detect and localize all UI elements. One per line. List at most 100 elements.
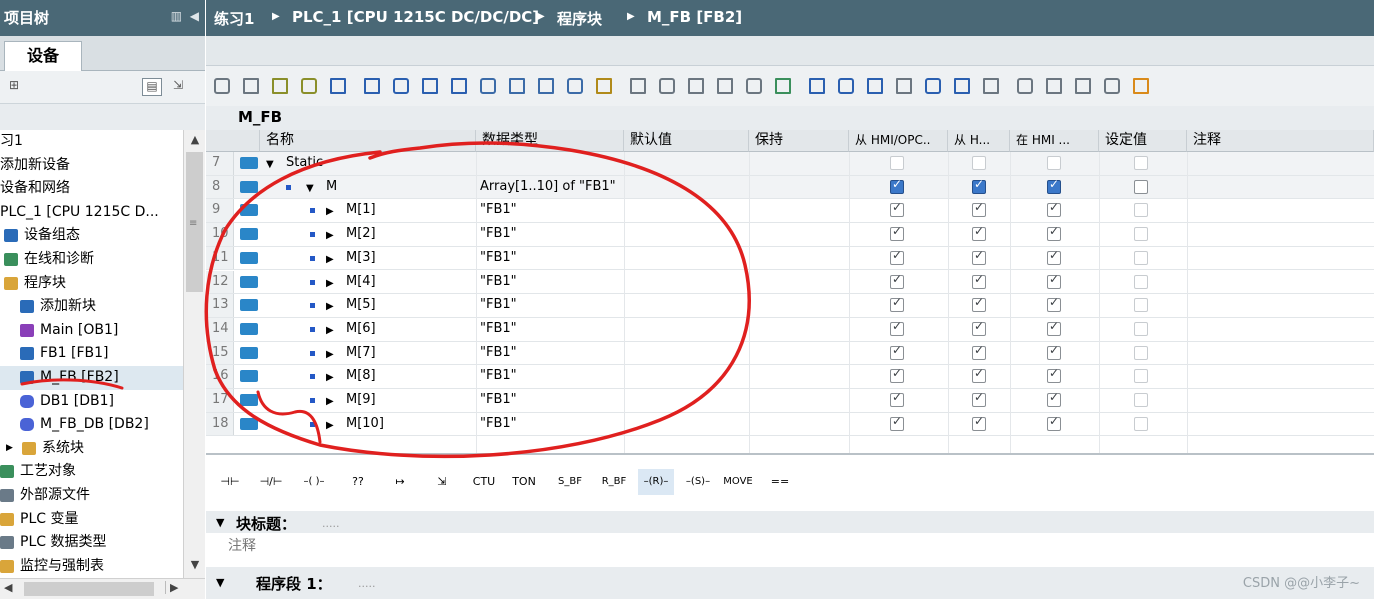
toolbar-button-icon[interactable] — [330, 78, 346, 94]
col-header-hmi-visible[interactable]: 在 HMI ... — [1010, 130, 1099, 152]
block-comment-area[interactable]: 注释 — [206, 533, 1374, 567]
table-row[interactable]: 18 ▶ M[10] "FB1" — [206, 412, 1374, 437]
collapse-icon[interactable]: ▼ — [216, 516, 224, 529]
tree-item[interactable]: PLC 变量 — [0, 508, 183, 532]
scroll-up-icon[interactable]: ▲ — [187, 133, 203, 149]
hmi-accessible-checkbox[interactable] — [890, 200, 904, 218]
toolbar-button-icon[interactable] — [717, 78, 733, 94]
overview-icon[interactable]: ▤ — [142, 78, 162, 96]
hmi-visible-checkbox[interactable] — [1047, 200, 1061, 218]
network-title-input[interactable]: ..... — [358, 577, 375, 590]
tree-item[interactable]: 监控与强制表 — [0, 555, 183, 578]
table-row[interactable]: 9 ▶ M[1] "FB1" — [206, 199, 1374, 224]
toolbar-button-icon[interactable] — [838, 78, 854, 94]
toolbar-button-icon[interactable] — [983, 78, 999, 94]
cell-datatype[interactable]: "FB1" — [480, 413, 517, 436]
col-header-comment[interactable]: 注释 — [1187, 130, 1374, 152]
cell-datatype[interactable]: "FB1" — [480, 247, 517, 270]
setpoint-checkbox[interactable] — [1134, 369, 1148, 384]
table-row[interactable]: 13 ▶ M[5] "FB1" — [206, 294, 1374, 318]
table-row[interactable]: 8 ▼ M Array[1..10] of "FB1" — [206, 175, 1374, 200]
toolbar-button-icon[interactable] — [659, 78, 675, 94]
hmi-visible-checkbox[interactable] — [1047, 272, 1061, 289]
instruction-button[interactable]: –( )– — [294, 469, 334, 495]
toolbar-button-icon[interactable] — [1046, 78, 1062, 94]
scroll-right-icon[interactable]: ▶ — [165, 581, 178, 594]
toolbar-button-icon[interactable] — [1075, 78, 1091, 94]
hmi-writable-checkbox[interactable] — [972, 295, 986, 313]
instruction-button[interactable]: R_BF — [596, 469, 632, 495]
collapse-icon[interactable]: ▼ — [266, 154, 274, 177]
toolbar-button-icon[interactable] — [393, 78, 409, 94]
toolbar-button-icon[interactable] — [596, 78, 612, 94]
hmi-accessible-checkbox[interactable] — [890, 224, 904, 242]
toolbar-button-icon[interactable] — [896, 78, 912, 94]
col-header-default[interactable]: 默认值 — [624, 130, 749, 152]
cell-name[interactable]: M[9] — [346, 389, 376, 412]
toolbar-button-icon[interactable] — [925, 78, 941, 94]
tree-item[interactable]: M_FB_DB [DB2] — [0, 413, 183, 437]
breadcrumb-item[interactable]: M_FB [FB2] — [647, 8, 742, 26]
instruction-button[interactable]: ⇲ — [426, 469, 458, 495]
toolbar-button-icon[interactable] — [746, 78, 762, 94]
hmi-writable-checkbox[interactable] — [972, 156, 986, 170]
instruction-button[interactable]: ⊣⊢ — [214, 469, 246, 495]
cell-datatype[interactable]: "FB1" — [480, 223, 517, 246]
setpoint-checkbox[interactable] — [1134, 393, 1148, 407]
setpoint-checkbox[interactable] — [1134, 179, 1148, 194]
network-collapse-icon[interactable]: ▼ — [216, 576, 224, 589]
tree-item[interactable]: FB1 [FB1] — [0, 342, 183, 366]
expand-icon[interactable]: ▶ — [326, 249, 334, 272]
col-header-hmi-write[interactable]: 从 H... — [948, 130, 1010, 152]
toolbar-button-icon[interactable] — [509, 78, 525, 94]
tree-item[interactable]: 在线和诊断 — [0, 248, 183, 272]
cell-datatype[interactable]: "FB1" — [480, 199, 517, 222]
tree-vertical-scrollbar[interactable]: ▲ ≡ ▼ — [183, 130, 205, 578]
hmi-visible-checkbox[interactable] — [1047, 390, 1061, 407]
toolbar-button-icon[interactable] — [1133, 78, 1149, 94]
tree-item[interactable]: 工艺对象 — [0, 460, 183, 484]
toolbar-button-icon[interactable] — [1017, 78, 1033, 94]
table-row[interactable]: 12 ▶ M[4] "FB1" — [206, 270, 1374, 296]
toolbar-button-icon[interactable] — [451, 78, 467, 94]
table-row[interactable]: 11 ▶ M[3] "FB1" — [206, 246, 1374, 272]
col-header-retain[interactable]: 保持 — [749, 130, 849, 152]
expand-icon[interactable]: ▶ — [326, 225, 334, 248]
cell-name[interactable]: M — [326, 176, 337, 199]
hmi-visible-checkbox[interactable] — [1047, 343, 1061, 360]
tree-item[interactable]: 程序块 — [0, 272, 183, 296]
hmi-accessible-checkbox[interactable] — [890, 177, 904, 194]
table-row[interactable]: 15 ▶ M[7] "FB1" — [206, 341, 1374, 366]
hmi-writable-checkbox[interactable] — [972, 414, 986, 431]
tree-item[interactable]: 添加新块 — [0, 295, 183, 319]
instruction-button[interactable]: ⊣/⊢ — [254, 469, 288, 495]
scroll-left-icon[interactable]: ◀ — [4, 581, 12, 594]
hmi-accessible-checkbox[interactable] — [890, 319, 904, 336]
setpoint-checkbox[interactable] — [1134, 416, 1148, 431]
tree-item[interactable]: DB1 [DB1] — [0, 390, 183, 414]
cell-datatype[interactable]: "FB1" — [480, 318, 517, 341]
tree-item[interactable]: PLC 数据类型 — [0, 531, 183, 555]
cell-name[interactable]: M[7] — [346, 342, 376, 365]
tree-horizontal-scrollbar[interactable]: ◀ ▶ — [0, 578, 205, 599]
expand-icon[interactable]: ▶ — [326, 320, 334, 343]
expand-icon[interactable]: ▶ — [326, 273, 334, 296]
hmi-writable-checkbox[interactable] — [972, 366, 986, 384]
instruction-button[interactable]: –(S)– — [680, 469, 716, 495]
tab-devices[interactable]: 设备 — [4, 41, 82, 72]
table-row[interactable]: 7 ▼ Static — [206, 152, 1374, 176]
cell-datatype[interactable]: "FB1" — [480, 342, 517, 365]
setpoint-checkbox[interactable] — [1134, 156, 1148, 170]
tree-item[interactable]: PLC_1 [CPU 1215C D... — [0, 201, 183, 225]
instruction-button[interactable]: S_BF — [552, 469, 588, 495]
tree-item[interactable]: ▶ 系统块 — [0, 437, 183, 461]
cell-datatype[interactable]: "FB1" — [480, 294, 517, 317]
toolbar-button-icon[interactable] — [364, 78, 380, 94]
setpoint-checkbox[interactable] — [1134, 345, 1148, 360]
toolbar-button-icon[interactable] — [538, 78, 554, 94]
toolbar-button-icon[interactable] — [775, 78, 791, 94]
cell-datatype[interactable]: "FB1" — [480, 365, 517, 388]
hmi-writable-checkbox[interactable] — [972, 248, 986, 265]
tree-item[interactable]: M_FB [FB2] — [0, 366, 183, 390]
export-icon[interactable]: ⇲ — [168, 78, 188, 96]
